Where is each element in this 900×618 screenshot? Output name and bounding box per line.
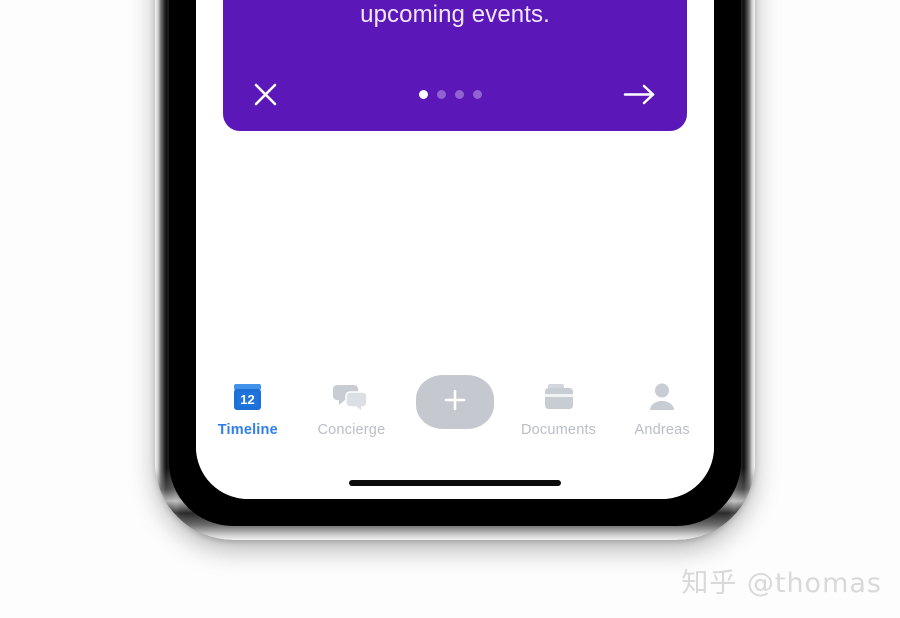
arrow-right-icon xyxy=(623,84,657,110)
tab-label: Documents xyxy=(521,422,597,438)
pagination-dot[interactable] xyxy=(455,90,464,99)
folder-icon xyxy=(542,377,576,417)
watermark: 知乎 @thomas xyxy=(681,568,882,599)
phone-inner-bezel: Contract closed ottonova Timeline In you… xyxy=(169,0,741,526)
home-indicator[interactable] xyxy=(349,480,561,486)
scene-backdrop: Contract closed ottonova Timeline In you… xyxy=(0,0,900,618)
tab-profile[interactable]: Andreas xyxy=(610,377,714,438)
person-icon xyxy=(646,377,678,417)
plus-icon xyxy=(442,387,468,418)
app-screen-content: Contract closed ottonova Timeline In you… xyxy=(196,0,714,499)
add-button[interactable] xyxy=(415,375,494,429)
tab-label: Concierge xyxy=(317,422,386,438)
promo-card-body: In your personal timeline you will find … xyxy=(360,1,550,29)
calendar-badge-text: 12 xyxy=(241,392,255,407)
pagination-dot[interactable] xyxy=(473,90,482,99)
tab-label: Andreas xyxy=(634,422,690,438)
carousel-pagination-dots[interactable] xyxy=(419,90,482,99)
promo-card-footer xyxy=(245,82,665,111)
timeline-promo-card[interactable]: Timeline In your personal timeline you w… xyxy=(223,0,687,131)
chat-bubbles-icon xyxy=(333,377,369,417)
pagination-dot[interactable] xyxy=(419,90,428,99)
tab-documents[interactable]: Documents xyxy=(507,377,611,438)
phone-device-frame: Contract closed ottonova Timeline In you… xyxy=(155,0,755,540)
tab-add-button[interactable]: Add xyxy=(403,375,507,450)
pagination-dot[interactable] xyxy=(437,90,446,99)
tab-label: Timeline xyxy=(217,422,278,438)
tab-concierge[interactable]: Concierge xyxy=(300,377,404,438)
tab-timeline[interactable]: 12 Timeline xyxy=(196,377,300,438)
close-button[interactable] xyxy=(253,82,278,107)
close-icon xyxy=(253,83,278,110)
next-button[interactable] xyxy=(623,82,657,107)
phone-screen: Contract closed ottonova Timeline In you… xyxy=(196,0,714,499)
calendar-icon: 12 xyxy=(231,377,264,417)
